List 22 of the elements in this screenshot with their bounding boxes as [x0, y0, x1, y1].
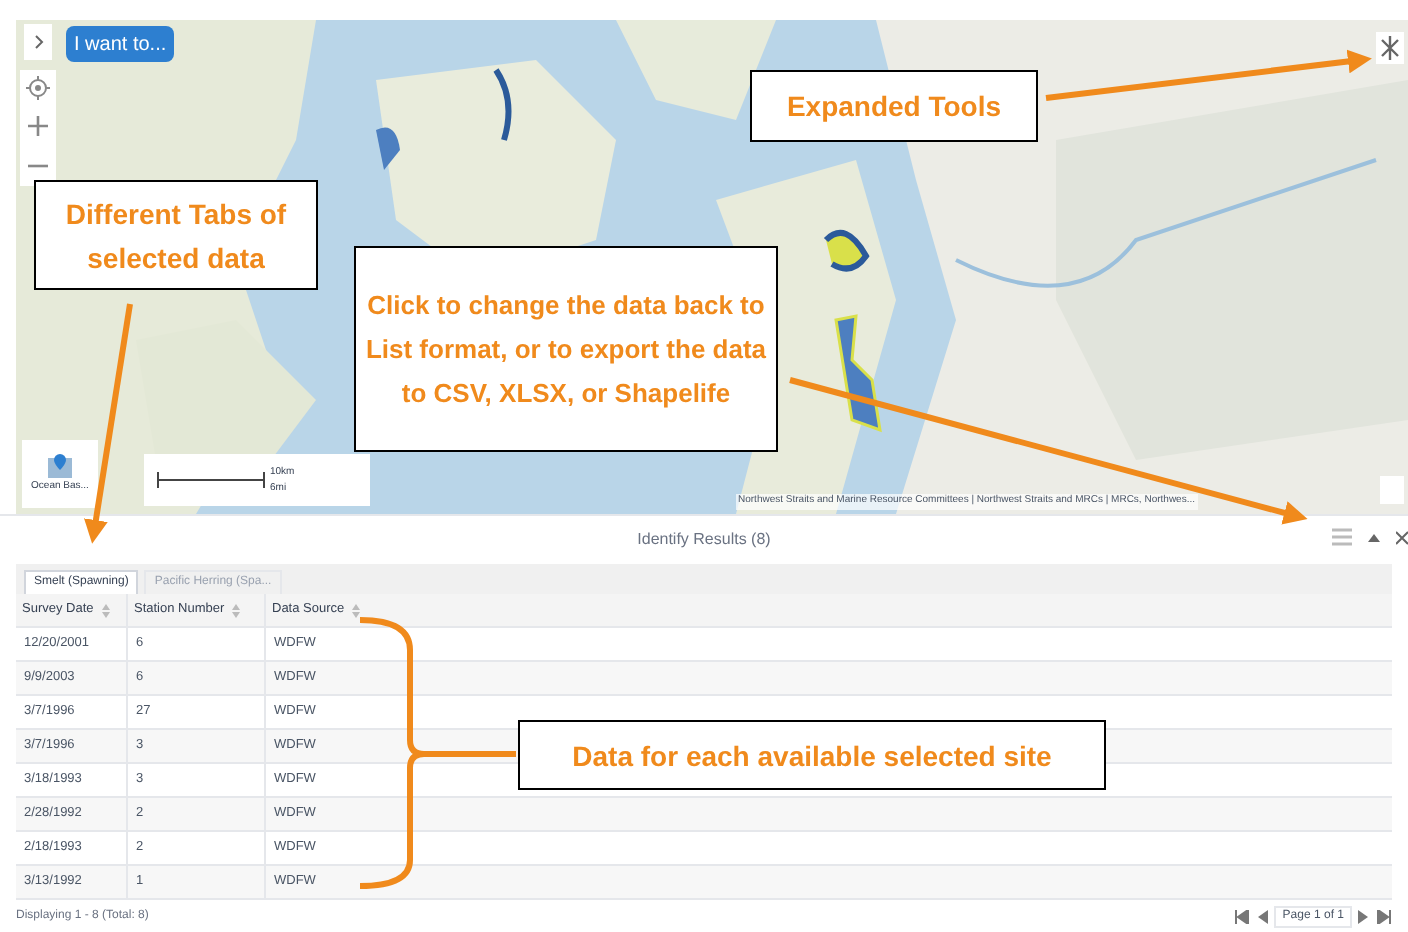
callout-text: Data for each available selected site	[518, 720, 1106, 790]
first-page-icon[interactable]	[1234, 909, 1251, 923]
results-title: Identify Results (8)	[637, 528, 771, 552]
locate-icon[interactable]	[26, 76, 50, 100]
previous-page-icon[interactable]	[1256, 909, 1269, 923]
map-pin-icon	[46, 452, 74, 481]
tools-icon[interactable]	[1376, 32, 1404, 64]
sort-icon	[352, 603, 361, 617]
scale-line-icon	[156, 472, 266, 488]
callout-text: Different Tabs of selected data	[34, 180, 318, 290]
collapse-icon[interactable]	[1368, 532, 1380, 542]
chevron-right-icon	[33, 34, 43, 50]
expand-button[interactable]	[24, 24, 52, 60]
callout-text: Expanded Tools	[750, 70, 1038, 142]
sort-icon	[232, 603, 241, 617]
callout-text: Click to change the data back to List format, or to export the data to CSV, XLSX, or Shapelife	[354, 246, 778, 452]
last-page-icon[interactable]	[1376, 909, 1392, 923]
close-icon[interactable]	[1396, 529, 1408, 545]
next-page-icon[interactable]	[1358, 909, 1370, 923]
sort-icon	[101, 603, 110, 617]
zoom-in-icon[interactable]	[28, 116, 48, 136]
menu-button[interactable]: I want to...	[66, 26, 175, 62]
